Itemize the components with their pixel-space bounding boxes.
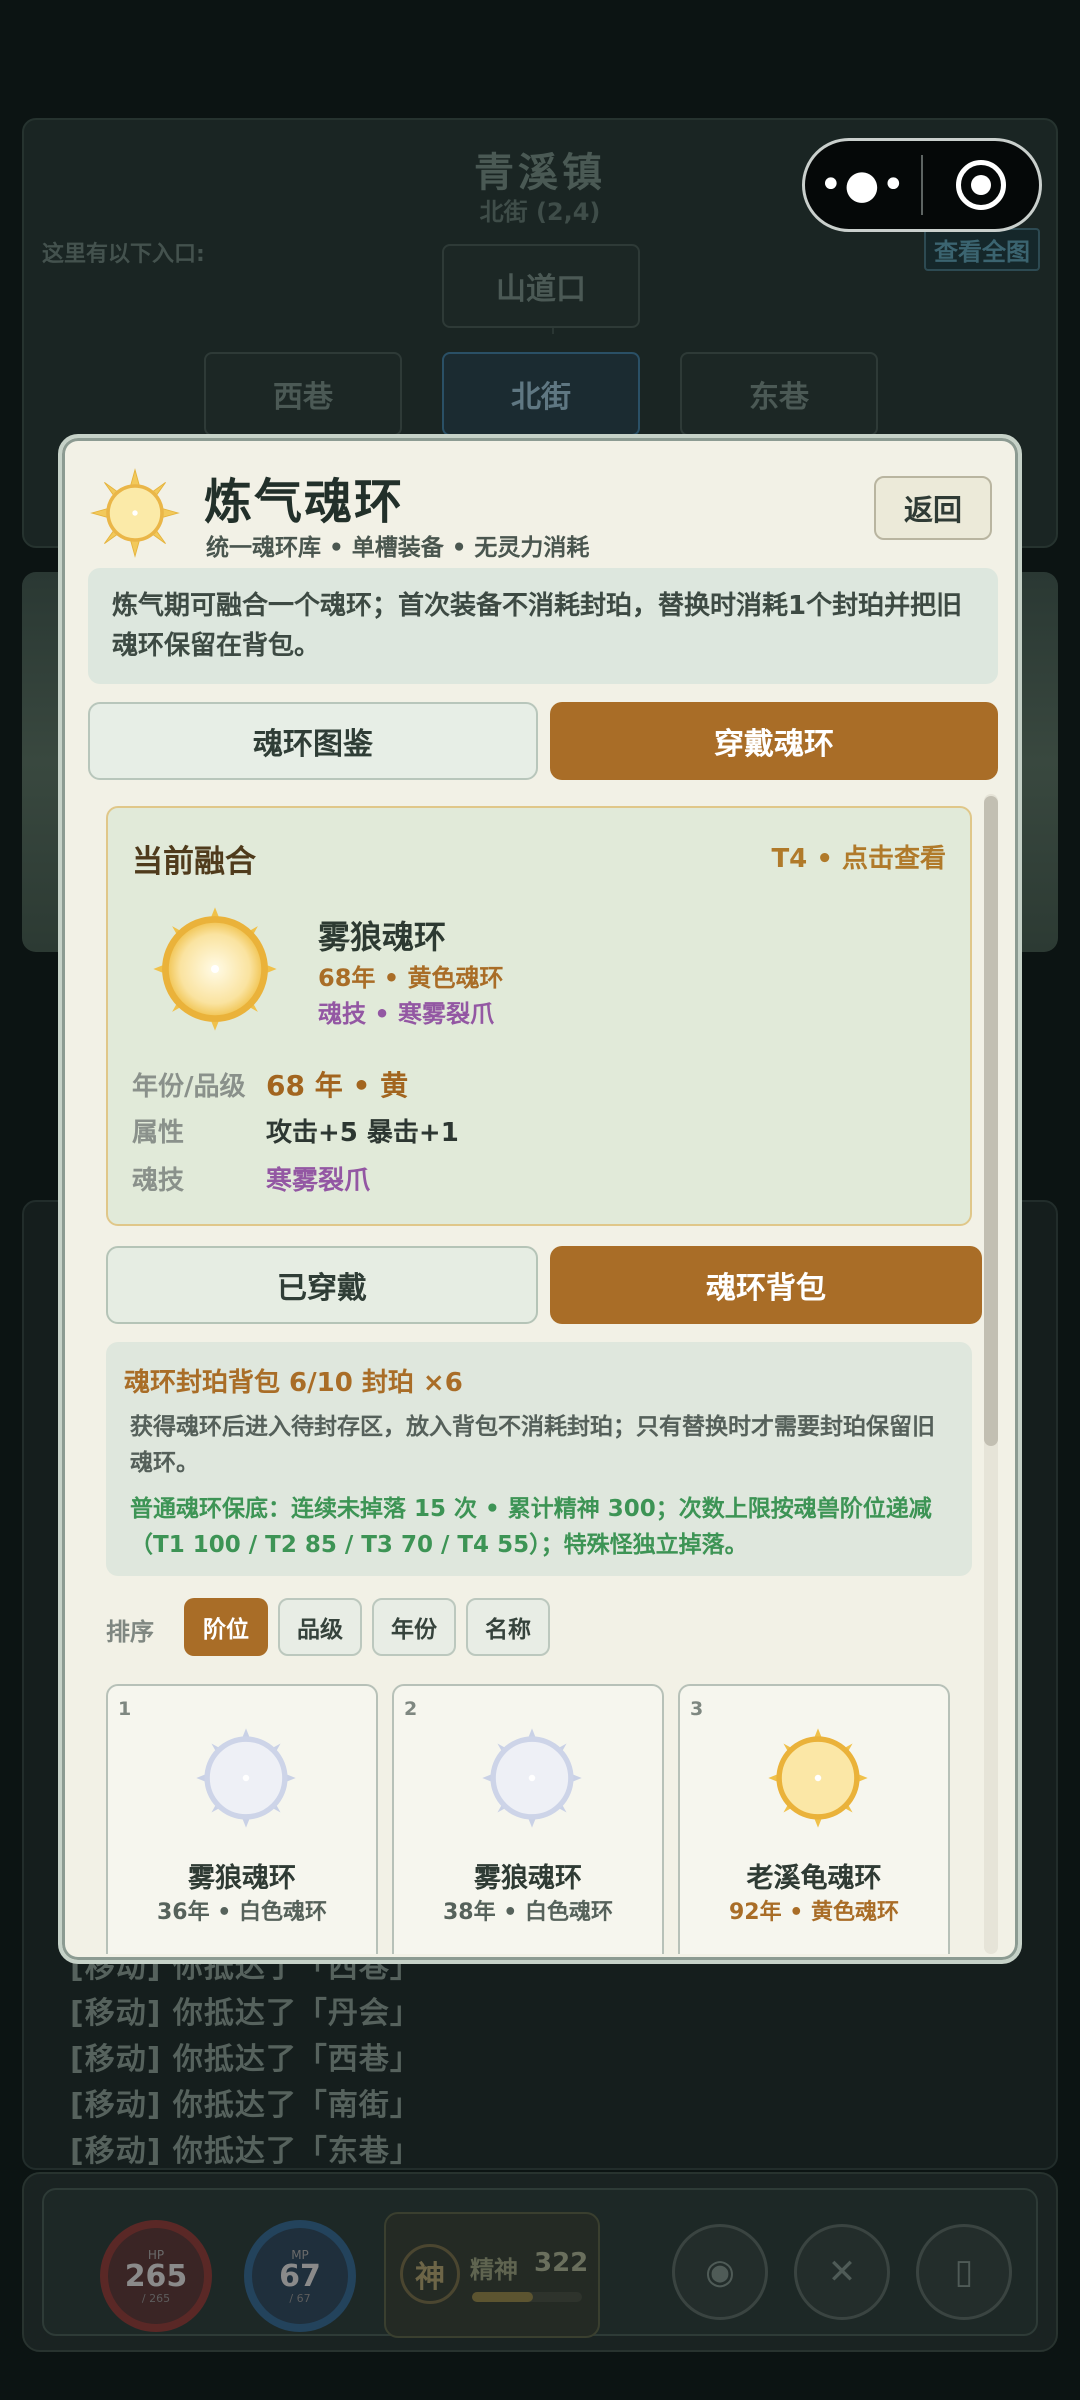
- yellow-ring-icon: [153, 907, 277, 1031]
- ring-age: 92年 • 黄色魂环: [729, 1900, 899, 1925]
- spirit-seal-icon: 神: [400, 2244, 460, 2304]
- current-heading: 当前融合: [132, 844, 256, 880]
- row-key: 魂技: [132, 1166, 185, 1196]
- tab-wear-ring[interactable]: 穿戴魂环: [550, 702, 998, 780]
- log-line: [移动] 你抵达了「南街」: [70, 2088, 421, 2123]
- sort-bar: 排序 阶位 品级 年份 名称: [106, 1598, 972, 1656]
- map-node-east[interactable]: 东巷: [680, 352, 878, 436]
- hp-orb: HP 265 / 265: [100, 2220, 212, 2332]
- map-node-north-gate[interactable]: 山道口: [442, 244, 640, 328]
- worn-button[interactable]: 已穿戴: [106, 1246, 538, 1324]
- target-icon: [955, 160, 1006, 210]
- ring-index: 2: [404, 1698, 418, 1720]
- row-value: 寒雾裂爪: [266, 1166, 371, 1196]
- view-all-button[interactable]: 查看全图: [924, 228, 1040, 271]
- current-ring-name: 雾狼魂环: [318, 918, 447, 956]
- map-node-west[interactable]: 西巷: [204, 352, 402, 436]
- row-value: 攻击+5 暴击+1: [266, 1118, 459, 1148]
- log-line: [移动] 你抵达了「西巷」: [70, 2042, 421, 2077]
- sort-name-button[interactable]: 名称: [466, 1598, 550, 1656]
- ring-name: 雾狼魂环: [188, 1863, 296, 1894]
- modal-title: 炼气魂环: [204, 474, 405, 530]
- spirit-panel: 神 精神 322: [384, 2212, 600, 2338]
- sort-label: 排序: [106, 1618, 154, 1646]
- tab-ring-codex[interactable]: 魂环图鉴: [88, 702, 538, 780]
- ring-index: 1: [118, 1698, 132, 1720]
- current-fused-card[interactable]: 当前融合 T4 • 点击查看 雾狼魂环 68年 • 黄色魂环 魂技 • 寒雾裂爪…: [106, 806, 972, 1226]
- hud-frame: HP 265 / 265 MP 67 / 67 神 精神 322 ◉ ✕ ▯: [42, 2188, 1038, 2338]
- mp-value: 67: [279, 2258, 321, 2294]
- row-age-grade: 年份/品级 68 年 • 黄: [132, 1064, 408, 1104]
- ring-index: 3: [690, 1698, 704, 1720]
- status-hud: HP 265 / 265 MP 67 / 67 神 精神 322 ◉ ✕ ▯: [22, 2172, 1058, 2352]
- log-line: [移动] 你抵达了「东巷」: [70, 2134, 421, 2169]
- ring-name: 老溪龟魂环: [746, 1863, 882, 1894]
- sort-grade-button[interactable]: 品级: [278, 1598, 362, 1656]
- sort-tier-button[interactable]: 阶位: [184, 1598, 268, 1656]
- battle-icon[interactable]: ✕: [794, 2224, 890, 2320]
- hp-value: 265: [124, 2258, 188, 2294]
- white-ring-icon: [482, 1728, 582, 1828]
- bag-description: 获得魂环后进入待封存区，放入背包不消耗封珀；只有替换时才需要封珀保留旧魂环。: [130, 1414, 935, 1476]
- yellow-ring-icon: [768, 1728, 868, 1828]
- soul-ring-modal: 炼气魂环 统一魂环库 • 单槽装备 • 无灵力消耗 返回 炼气期可融合一个魂环；…: [58, 434, 1022, 1964]
- row-value: 68 年 • 黄: [266, 1069, 409, 1102]
- modal-scroll-area[interactable]: 当前融合 T4 • 点击查看 雾狼魂环 68年 • 黄色魂环 魂技 • 寒雾裂爪…: [88, 794, 998, 1954]
- spirit-label: 精神: [470, 2256, 518, 2284]
- spirit-bar-fill: [472, 2292, 533, 2302]
- current-ring-age: 68年 • 黄色魂环: [318, 964, 504, 992]
- bag-icon[interactable]: ◉: [672, 2224, 768, 2320]
- spirit-bar: [472, 2292, 582, 2302]
- scrollbar-thumb[interactable]: [984, 796, 998, 1446]
- row-key: 属性: [132, 1118, 185, 1148]
- modal-subtitle: 统一魂环库 • 单槽装备 • 无灵力消耗: [206, 535, 590, 561]
- map-node-center[interactable]: 北街: [442, 352, 640, 436]
- intro-text: 炼气期可融合一个魂环；首次装备不消耗封珀，替换时消耗1个封珀并把旧魂环保留在背包…: [88, 568, 998, 684]
- current-ring-skill: 魂技 • 寒雾裂爪: [318, 1000, 495, 1028]
- sun-ring-icon: [90, 468, 180, 558]
- row-attributes: 属性 攻击+5 暴击+1: [132, 1112, 459, 1149]
- ring-name: 雾狼魂环: [474, 1863, 582, 1894]
- pity-description: 普通魂环保底：连续未掉落 15 次 • 累计精神 300；次数上限按魂兽阶位递减…: [130, 1496, 932, 1558]
- ring-card[interactable]: 1 雾狼魂环 36年 • 白色魂环: [106, 1684, 378, 1954]
- back-button[interactable]: 返回: [874, 476, 992, 540]
- spirit-value: 322: [534, 2248, 589, 2278]
- close-miniprogram-button[interactable]: [923, 160, 1039, 210]
- mp-orb: MP 67 / 67: [244, 2220, 356, 2332]
- scrollbar[interactable]: [984, 794, 998, 1954]
- mp-max: / 67: [289, 2291, 311, 2305]
- ring-card[interactable]: 2 雾狼魂环 38年 • 白色魂环: [392, 1684, 664, 1954]
- ring-bag-button[interactable]: 魂环背包: [550, 1246, 982, 1324]
- view-details-link[interactable]: T4 • 点击查看: [771, 838, 946, 875]
- ring-card[interactable]: 3 老溪龟魂环 92年 • 黄色魂环: [678, 1684, 950, 1954]
- bag-info-panel: 魂环封珀背包 6/10 封珀 ×6 获得魂环后进入待封存区，放入背包不消耗封珀；…: [106, 1342, 972, 1576]
- miniprogram-capsule: •●•: [802, 138, 1042, 232]
- ring-age: 36年 • 白色魂环: [157, 1900, 327, 1925]
- ring-age: 38年 • 白色魂环: [443, 1900, 613, 1925]
- bag-title: 魂环封珀背包 6/10 封珀 ×6: [124, 1368, 463, 1398]
- phone-icon[interactable]: ▯: [916, 2224, 1012, 2320]
- row-key: 年份/品级: [132, 1072, 246, 1102]
- hp-max: / 265: [141, 2291, 171, 2305]
- log-line: [移动] 你抵达了「丹会」: [70, 1996, 421, 2031]
- more-icon[interactable]: •●•: [805, 165, 921, 205]
- row-skill: 魂技 寒雾裂爪: [132, 1160, 370, 1197]
- entries-label: 这里有以下入口:: [42, 242, 205, 267]
- white-ring-icon: [196, 1728, 296, 1828]
- sort-age-button[interactable]: 年份: [372, 1598, 456, 1656]
